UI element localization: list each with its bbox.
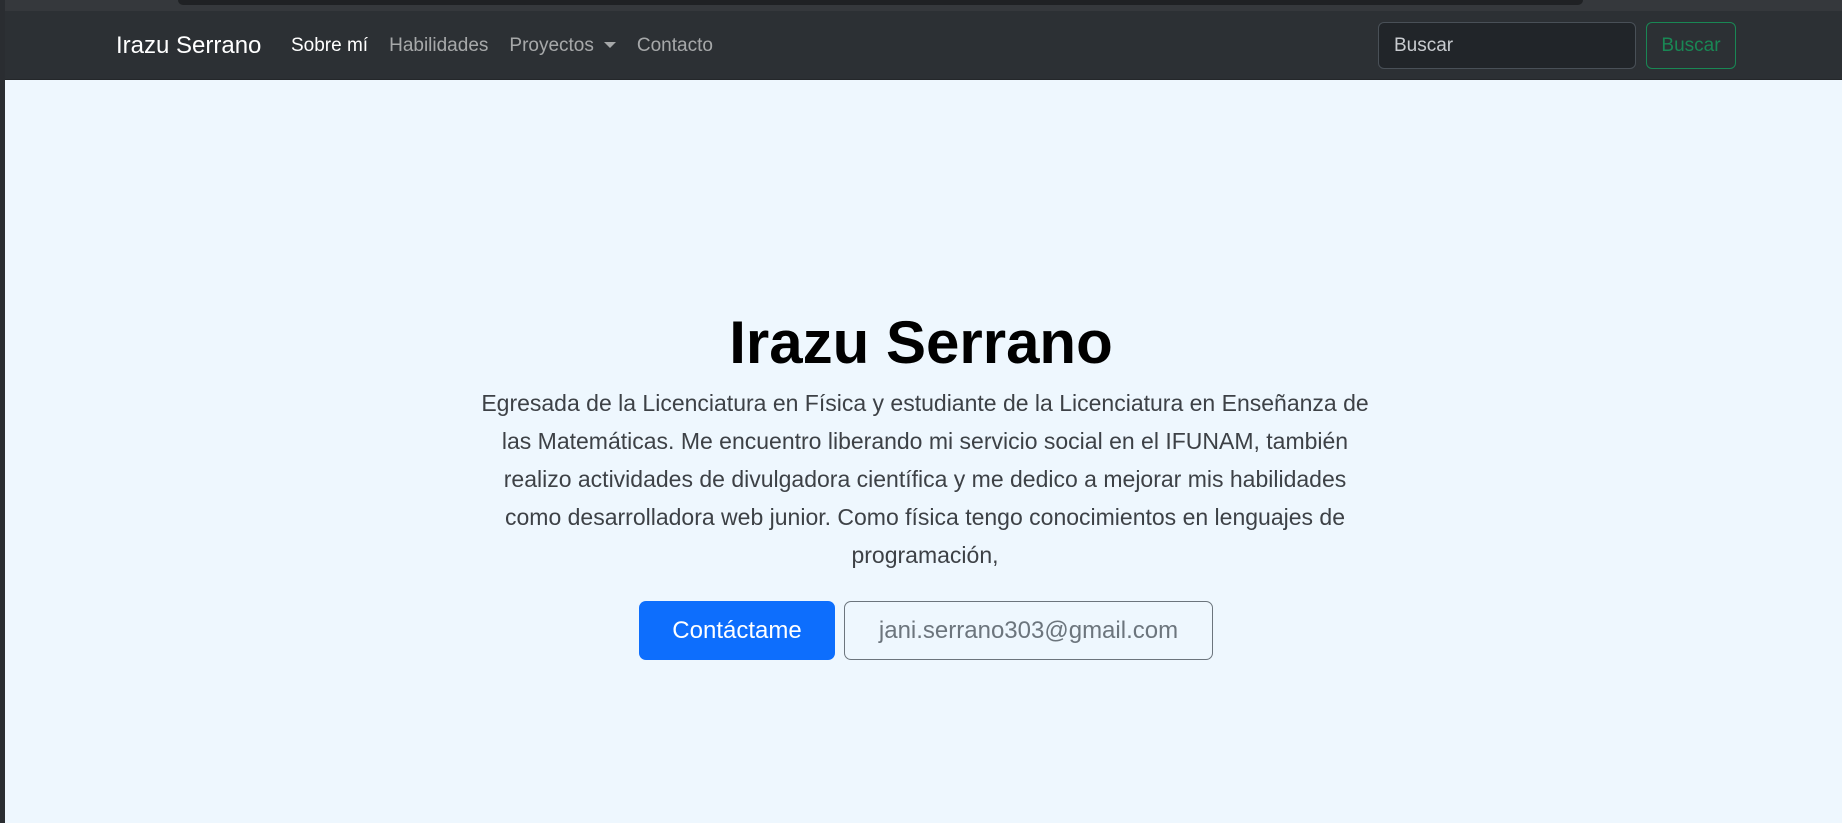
nav-dropdown-proyectos[interactable]: Proyectos	[509, 11, 616, 80]
email-button[interactable]: jani.serrano303@gmail.com	[844, 601, 1213, 660]
search-button[interactable]: Buscar	[1646, 22, 1736, 69]
nav-dropdown-label: Proyectos	[509, 35, 594, 56]
browser-top-strip	[0, 0, 1842, 11]
nav-links: Sobre mí Habilidades Proyectos Contacto	[291, 11, 734, 80]
hero-section: Irazu Serrano Egresada de la Licenciatur…	[5, 80, 1842, 823]
nav-link-habilidades[interactable]: Habilidades	[389, 11, 488, 80]
nav-link-contacto[interactable]: Contacto	[637, 11, 713, 80]
hero-description: Egresada de la Licenciatura en Física y …	[481, 390, 1369, 568]
chevron-down-icon	[603, 42, 616, 48]
navbar-brand[interactable]: Irazu Serrano	[116, 11, 261, 80]
browser-tab-shadow	[178, 0, 1583, 5]
search-input[interactable]	[1378, 22, 1636, 69]
contact-button[interactable]: Contáctame	[639, 601, 835, 660]
hero-title: Irazu Serrano	[729, 309, 1113, 376]
navbar: Irazu Serrano Sobre mí Habilidades Proye…	[5, 11, 1842, 80]
nav-link-sobre-mi[interactable]: Sobre mí	[291, 11, 368, 80]
